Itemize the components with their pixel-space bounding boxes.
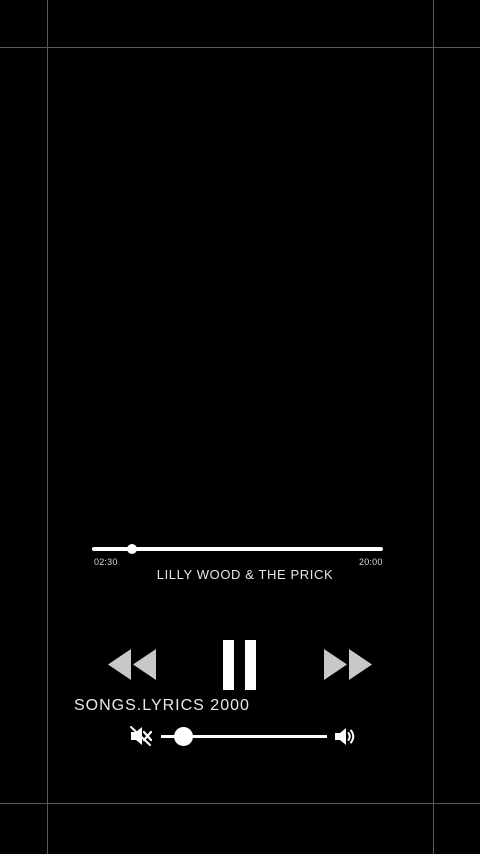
elapsed-time: 02:30 — [94, 557, 118, 567]
frame-guide-right — [433, 0, 434, 854]
volume-up-button[interactable] — [334, 727, 356, 746]
frame-guide-left — [47, 0, 48, 854]
artist-name: LILLY WOOD & THE PRICK — [156, 567, 334, 582]
volume-mute-icon — [130, 726, 152, 746]
total-time: 20:00 — [359, 557, 383, 567]
fast-forward-icon — [324, 649, 372, 680]
fast-forward-button[interactable] — [324, 648, 373, 681]
pause-icon — [223, 640, 256, 690]
frame-guide-top — [0, 47, 480, 48]
mute-button[interactable] — [130, 726, 152, 746]
progress-handle[interactable] — [127, 544, 138, 554]
frame-guide-bottom — [0, 803, 480, 804]
rewind-button[interactable] — [108, 648, 157, 681]
volume-handle[interactable] — [173, 727, 193, 746]
pause-button[interactable] — [223, 640, 257, 690]
channel-name: SONGS.LYRICS 2000 — [74, 697, 250, 714]
volume-up-icon — [335, 728, 355, 745]
rewind-icon — [108, 649, 156, 680]
